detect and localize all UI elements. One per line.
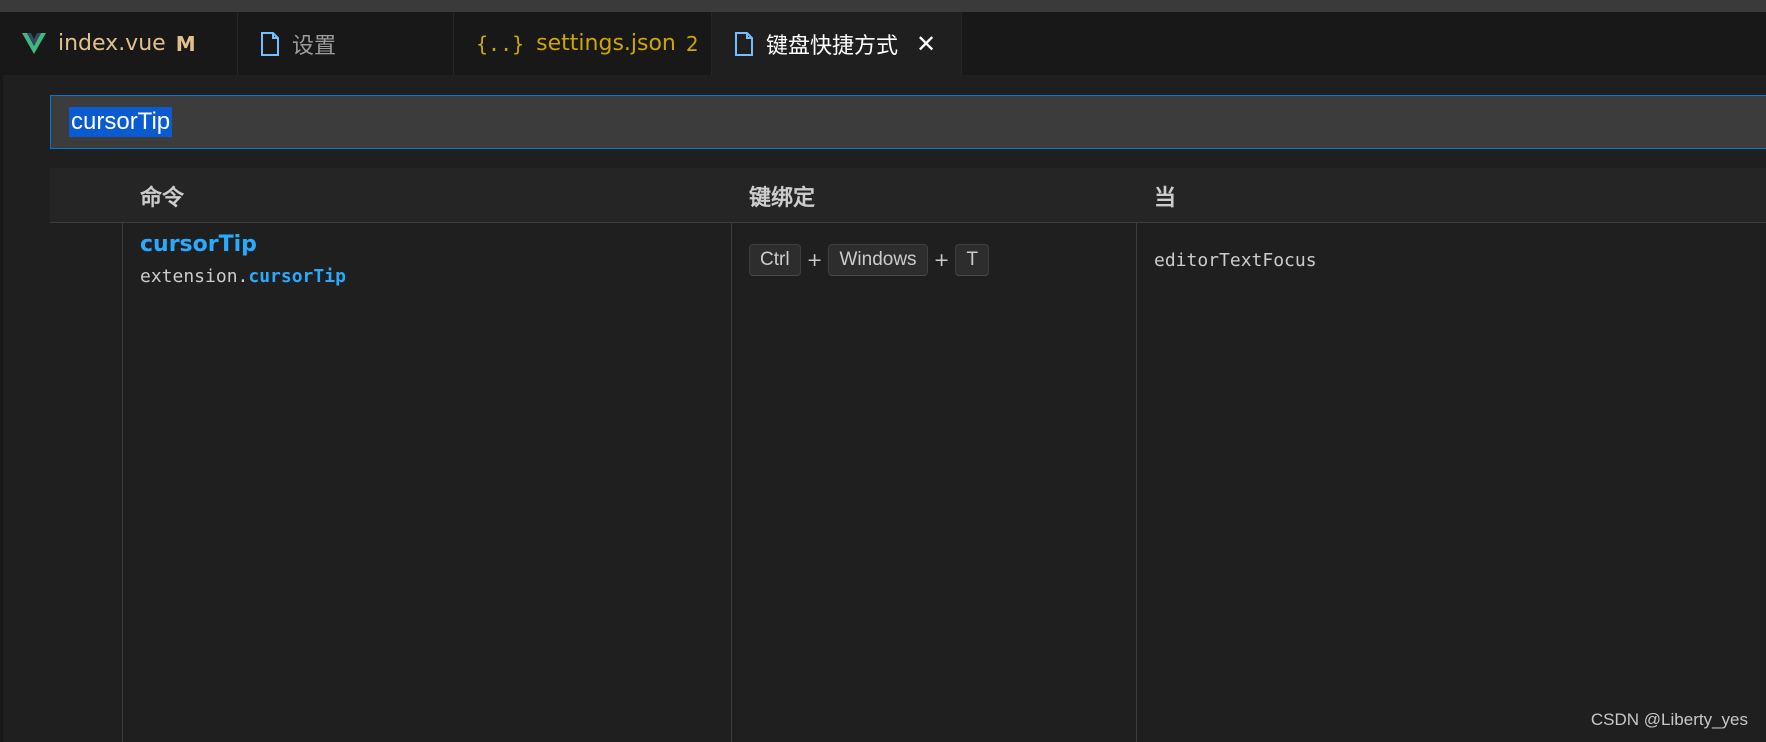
vue-icon bbox=[22, 32, 46, 55]
table-row[interactable]: cursorTip extension.cursorTip Ctrl + Win… bbox=[50, 224, 1766, 294]
column-divider[interactable] bbox=[731, 223, 732, 742]
key-windows: Windows bbox=[828, 244, 928, 276]
command-id-match: cursorTip bbox=[248, 266, 346, 287]
tab-label: 键盘快捷方式 bbox=[766, 33, 899, 59]
modified-badge: M bbox=[175, 31, 196, 56]
column-header-when[interactable]: 当 bbox=[1154, 168, 1176, 223]
command-title: cursorTip bbox=[140, 232, 257, 257]
file-icon bbox=[260, 31, 280, 56]
json-braces-icon: {..} bbox=[476, 31, 525, 56]
keybindings-search-input[interactable]: cursorTip bbox=[50, 95, 1766, 149]
close-icon[interactable]: ✕ bbox=[916, 32, 936, 56]
keybindings-table: 命令 键绑定 当 cursorTip extension.cursorTip C… bbox=[50, 168, 1766, 742]
tab-keyboard-shortcuts[interactable]: 键盘快捷方式 ✕ bbox=[712, 12, 962, 75]
watermark: CSDN @Liberty_yes bbox=[1590, 710, 1748, 729]
table-header: 命令 键绑定 当 bbox=[50, 168, 1766, 223]
tab-index-vue[interactable]: index.vue M bbox=[0, 12, 238, 75]
tab-label: settings.json bbox=[536, 31, 676, 56]
problems-badge: 2 bbox=[685, 31, 699, 56]
key-t: T bbox=[955, 244, 990, 276]
left-gutter bbox=[0, 75, 3, 742]
command-id: extension.cursorTip bbox=[140, 266, 346, 287]
key-separator: + bbox=[933, 249, 950, 271]
editor-tab-bar: index.vue M 设置 {..} settings.json 2 键盘快捷… bbox=[0, 12, 1766, 75]
column-divider bbox=[122, 223, 123, 742]
tab-settings-json[interactable]: {..} settings.json 2 bbox=[454, 12, 712, 75]
tab-label: index.vue bbox=[58, 31, 166, 56]
key-ctrl: Ctrl bbox=[749, 244, 801, 276]
key-separator: + bbox=[806, 249, 823, 271]
command-id-prefix: extension. bbox=[140, 266, 249, 287]
window-top-strip bbox=[0, 0, 1766, 12]
when-clause: editorTextFocus bbox=[1154, 250, 1317, 271]
search-value: cursorTip bbox=[69, 107, 173, 137]
file-icon bbox=[734, 31, 754, 56]
column-divider[interactable] bbox=[1136, 223, 1137, 742]
keybinding-chord: Ctrl + Windows + T bbox=[749, 244, 990, 276]
tab-settings[interactable]: 设置 bbox=[238, 12, 454, 75]
column-header-keybinding[interactable]: 键绑定 bbox=[749, 168, 815, 223]
column-header-command[interactable]: 命令 bbox=[140, 168, 184, 223]
tab-label: 设置 bbox=[292, 33, 337, 59]
